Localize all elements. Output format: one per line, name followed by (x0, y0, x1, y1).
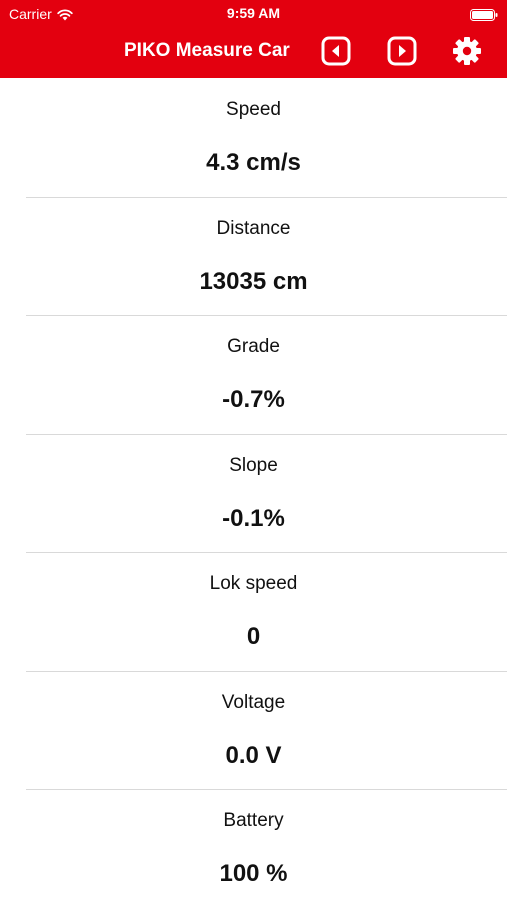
caret-left-square-icon (321, 36, 351, 71)
status-time: 9:59 AM (226, 5, 281, 21)
page-title: PIKO Measure Car (124, 40, 290, 61)
measurement-list: Speed 4.3 cm/s Distance 13035 cm Grade -… (0, 79, 507, 900)
next-button[interactable] (386, 36, 418, 71)
measurement-label: Lok speed (209, 573, 298, 594)
top-bar: Carrier 9:59 AM PIKO Measure Car (0, 0, 507, 78)
measurement-label: Grade (227, 336, 280, 357)
measurement-value: 0.0 V (225, 741, 282, 769)
measurement-row-speed: Speed 4.3 cm/s (0, 79, 507, 198)
measurement-label: Slope (229, 454, 278, 476)
measurement-value: 0 (246, 623, 261, 650)
battery-icon (470, 8, 498, 21)
status-bar: Carrier 9:59 AM (0, 0, 507, 28)
measurement-label: Voltage (221, 691, 286, 713)
settings-button[interactable] (451, 36, 483, 71)
caret-right-square-icon (387, 36, 417, 71)
measurement-row-grade: Grade -0.7% (0, 316, 507, 435)
measurement-row-battery: Battery 100 % (0, 790, 507, 900)
measurement-row-slope: Slope -0.1% (0, 435, 507, 553)
measurement-value: 4.3 cm/s (206, 149, 301, 176)
app-screen: Carrier 9:59 AM PIKO Measure Car Speed 4… (0, 0, 507, 900)
gear-icon (452, 36, 482, 71)
measurement-row-voltage: Voltage 0.0 V (0, 672, 507, 790)
previous-button[interactable] (320, 36, 352, 71)
measurement-value: -0.1% (222, 504, 285, 532)
measurement-value: -0.7% (222, 386, 285, 413)
measurement-row-distance: Distance 13035 cm (0, 198, 507, 316)
measurement-value: 100 % (219, 860, 288, 887)
measurement-row-lok-speed: Lok speed 0 (0, 553, 507, 672)
measurement-value: 13035 cm (199, 267, 308, 295)
navigation-bar: PIKO Measure Car (0, 28, 507, 78)
measurement-label: Battery (223, 810, 284, 831)
measurement-label: Speed (226, 99, 281, 120)
measurement-label: Distance (216, 217, 291, 239)
